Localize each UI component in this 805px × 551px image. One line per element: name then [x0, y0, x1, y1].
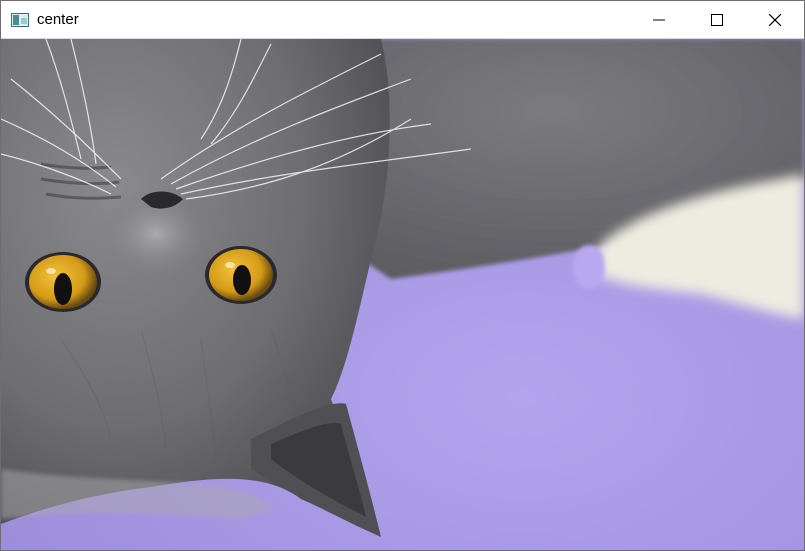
close-icon [769, 14, 781, 26]
minimize-icon [653, 19, 665, 21]
close-button[interactable] [746, 1, 804, 39]
title-bar[interactable]: center [1, 1, 804, 39]
image-canvas [1, 39, 804, 550]
maximize-icon [711, 14, 723, 26]
app-window: center [0, 0, 805, 551]
cat-photo [1, 39, 804, 550]
window-title: center [37, 11, 79, 28]
minimize-button[interactable] [630, 1, 688, 39]
window-app-icon [11, 12, 29, 27]
maximize-button[interactable] [688, 1, 746, 39]
window-controls [630, 1, 804, 39]
